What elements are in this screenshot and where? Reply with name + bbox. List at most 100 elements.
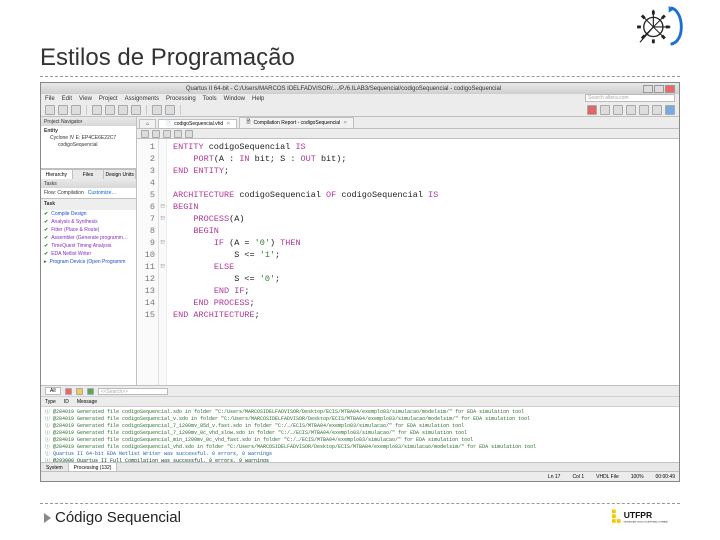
code-content[interactable]: ENTITY codigoSequencial IS PORT(A : IN b… bbox=[167, 139, 679, 385]
search-input[interactable]: Search altera.com bbox=[585, 94, 675, 102]
check-icon: ✔ bbox=[44, 243, 48, 249]
col-type[interactable]: Type bbox=[45, 399, 56, 405]
task-row[interactable]: ✔ Compile Design bbox=[41, 210, 136, 218]
fold-gutter[interactable]: ⊟⊟ ⊟ ⊟ bbox=[159, 139, 167, 385]
bookmark-icon[interactable] bbox=[152, 130, 160, 138]
menu-edit[interactable]: Edit bbox=[62, 96, 72, 102]
tasks-header[interactable]: Tasks bbox=[41, 179, 136, 188]
maximize-button[interactable] bbox=[654, 85, 664, 93]
status-time: 00:00:49 bbox=[656, 474, 675, 480]
cut-icon[interactable] bbox=[105, 105, 115, 115]
main-toolbar[interactable] bbox=[41, 103, 679, 117]
ide-window: Quartus II 64-bit - C:/Users/MARCOS IDEL… bbox=[40, 82, 680, 482]
fold-icon[interactable] bbox=[185, 130, 193, 138]
entity-column-header: Entity bbox=[44, 128, 133, 135]
status-progress: 100% bbox=[631, 474, 644, 480]
print-icon[interactable] bbox=[92, 105, 102, 115]
message-row[interactable]: ⓘ @284019 Generated file codigoSequencia… bbox=[45, 444, 675, 451]
home-icon: ⌂ bbox=[146, 121, 149, 127]
menu-help[interactable]: Help bbox=[252, 96, 264, 102]
message-row[interactable]: ⓘ Quartus II 64-bit EDA Netlist Writer w… bbox=[45, 451, 675, 458]
comment-icon[interactable] bbox=[174, 130, 182, 138]
tab-compilation-report[interactable]: 🗎 Compilation Report - codigoSequencial … bbox=[239, 117, 354, 128]
message-row[interactable]: ⓘ @284019 Generated file codigoSequencia… bbox=[45, 437, 675, 444]
settings-icon[interactable] bbox=[613, 105, 623, 115]
project-nav-header[interactable]: Project Navigator bbox=[41, 117, 136, 126]
device-node[interactable]: Cyclone IV E: EP4CE6E22C7 bbox=[44, 135, 133, 142]
menu-tools[interactable]: Tools bbox=[203, 96, 217, 102]
menu-window[interactable]: Window bbox=[224, 96, 245, 102]
menu-bar[interactable]: File Edit View Project Assignments Proce… bbox=[41, 94, 679, 103]
status-mode: VHDL File bbox=[596, 474, 619, 480]
editor-tabs[interactable]: ⌂ 📄 codigoSequencial.vhd ✕ 🗎 Compilation… bbox=[137, 117, 679, 129]
task-row[interactable]: ✔ EDA Netlist Writer bbox=[41, 250, 136, 258]
menu-assignments[interactable]: Assignments bbox=[125, 96, 159, 102]
open-icon[interactable] bbox=[58, 105, 68, 115]
message-row[interactable]: ⓘ @284019 Generated file codigoSequencia… bbox=[45, 416, 675, 423]
compile-icon[interactable] bbox=[587, 105, 597, 115]
messages-columns: Type ID Message bbox=[41, 397, 679, 407]
task-label: Compile Design bbox=[51, 211, 86, 217]
tab-hierarchy[interactable]: Hierarchy bbox=[41, 170, 73, 179]
message-row[interactable]: ⓘ @284019 Generated file codigoSequencia… bbox=[45, 423, 675, 430]
paste-icon[interactable] bbox=[131, 105, 141, 115]
undo-icon[interactable] bbox=[152, 105, 162, 115]
ide-titlebar: Quartus II 64-bit - C:/Users/MARCOS IDEL… bbox=[41, 83, 679, 94]
message-row[interactable]: ⓘ @284019 Generated file codigoSequencia… bbox=[45, 409, 675, 416]
task-row[interactable]: ✔ TimeQuest Timing Analysis bbox=[41, 242, 136, 250]
new-icon[interactable] bbox=[45, 105, 55, 115]
close-icon[interactable]: ✕ bbox=[226, 121, 230, 127]
tab-home[interactable]: ⌂ bbox=[139, 119, 156, 128]
close-button[interactable] bbox=[665, 85, 675, 93]
save-icon[interactable] bbox=[71, 105, 81, 115]
task-row[interactable]: ✔ Analysis & Synthesis bbox=[41, 218, 136, 226]
file-icon: 📄 bbox=[165, 121, 171, 127]
close-icon[interactable]: ✕ bbox=[343, 120, 347, 126]
editor-toolbar[interactable] bbox=[137, 129, 679, 139]
tab-code-file[interactable]: 📄 codigoSequencial.vhd ✕ bbox=[158, 119, 237, 128]
chip-planner-icon[interactable] bbox=[626, 105, 636, 115]
minimize-button[interactable] bbox=[643, 85, 653, 93]
line-numbers: 123456789101112131415 bbox=[137, 139, 159, 385]
messages-view-tabs[interactable]: System Processing (132) bbox=[41, 462, 679, 471]
tab-label: Compilation Report - codigoSequencial bbox=[253, 120, 340, 126]
find-icon[interactable] bbox=[141, 130, 149, 138]
warning-filter-icon[interactable] bbox=[76, 388, 83, 395]
task-row[interactable]: ✔ Fitter (Place & Route) bbox=[41, 226, 136, 234]
tab-design-units[interactable]: Design Units bbox=[104, 170, 136, 179]
messages-panel: All <<Search>> Type ID Message ⓘ @284019… bbox=[41, 385, 679, 471]
customize-link[interactable]: Customize… bbox=[88, 190, 117, 197]
tab-system[interactable]: System bbox=[41, 463, 69, 471]
menu-view[interactable]: View bbox=[79, 96, 92, 102]
timing-icon[interactable] bbox=[639, 105, 649, 115]
redo-icon[interactable] bbox=[165, 105, 175, 115]
menu-processing[interactable]: Processing bbox=[166, 96, 196, 102]
programmer-icon[interactable] bbox=[652, 105, 662, 115]
utfpr-subtitle: UNIVERSIDADE TECNOLÓGICA FEDERAL DO PARA… bbox=[624, 520, 669, 523]
task-row[interactable]: ✔ Assembler (Generate programm… bbox=[41, 234, 136, 242]
tab-processing[interactable]: Processing (132) bbox=[69, 463, 118, 471]
toolbar-sep bbox=[180, 105, 181, 115]
copy-icon[interactable] bbox=[118, 105, 128, 115]
project-nav-tabs[interactable]: Hierarchy Files Design Units bbox=[41, 169, 136, 179]
error-filter-icon[interactable] bbox=[65, 388, 72, 395]
col-id[interactable]: ID bbox=[64, 399, 69, 405]
indent-icon[interactable] bbox=[163, 130, 171, 138]
entity-node[interactable]: codigoSequencial bbox=[44, 142, 133, 149]
gear-compass-logo bbox=[632, 4, 690, 48]
filter-all-button[interactable]: All bbox=[45, 387, 61, 395]
col-message[interactable]: Message bbox=[77, 399, 97, 405]
help-icon[interactable] bbox=[665, 105, 675, 115]
stop-icon[interactable] bbox=[600, 105, 610, 115]
menu-project[interactable]: Project bbox=[99, 96, 118, 102]
code-editor[interactable]: 123456789101112131415 ⊟⊟ ⊟ ⊟ ENTITY codi… bbox=[137, 139, 679, 385]
messages-toolbar[interactable]: All <<Search>> bbox=[41, 386, 679, 397]
tab-files[interactable]: Files bbox=[73, 170, 105, 179]
messages-search-input[interactable]: <<Search>> bbox=[98, 388, 168, 395]
message-row[interactable]: ⓘ @284019 Generated file codigoSequencia… bbox=[45, 430, 675, 437]
window-title: Quartus II 64-bit - C:/Users/MARCOS IDEL… bbox=[45, 86, 642, 92]
task-row[interactable]: ▸ Program Device (Open Programm bbox=[41, 258, 136, 266]
info-filter-icon[interactable] bbox=[87, 388, 94, 395]
menu-file[interactable]: File bbox=[45, 96, 55, 102]
messages-list[interactable]: ⓘ @284019 Generated file codigoSequencia… bbox=[41, 407, 679, 462]
